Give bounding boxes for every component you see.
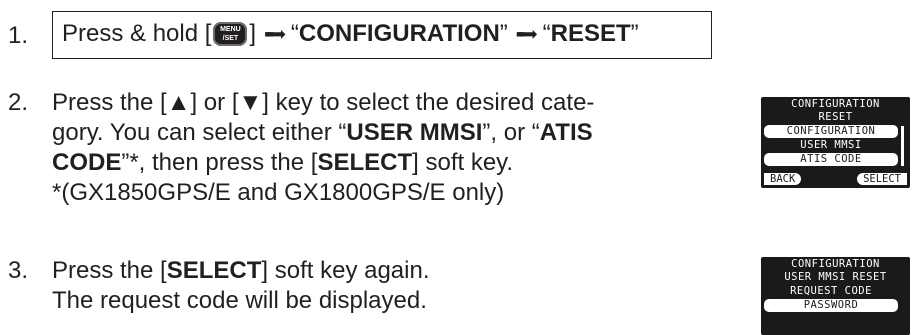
menu-key-label-line2: /SET [222, 35, 239, 42]
step-3-number: 3. [8, 257, 29, 284]
quote-close: ” [630, 20, 639, 47]
lcd-scrollbar [901, 126, 904, 166]
step-2-line-2: gory. You can select either “USER MMSI”,… [52, 117, 593, 148]
step-2-line-2-c: ”, or “ [482, 119, 540, 146]
quote-open: “ [542, 20, 551, 47]
step-2-line-2-a: gory. You can select either “ [52, 119, 347, 146]
step-2-line-1: Press the [▲] or [▼] key to select the d… [52, 89, 595, 116]
lcd-subtitle: RESET [818, 111, 853, 123]
lcd-screen-user-mmsi-reset: CONFIGURATION USER MMSI RESET REQUEST CO… [761, 257, 910, 335]
reset-label: RESET [550, 20, 631, 47]
step-3-line-1: Press the [SELECT] soft key again. [52, 255, 430, 286]
right-arrow-icon: ▪▪➡ [264, 24, 286, 44]
lcd-title: CONFIGURATION [791, 98, 880, 110]
step-2-line-3-b: ”*, then press the [ [121, 149, 318, 176]
step-2-number: 2. [8, 89, 29, 116]
step-2-line-3: CODE”*, then press the [SELECT] soft key… [52, 147, 513, 178]
configuration-label: CONFIGURATION [298, 20, 500, 47]
step-1-instruction: Press & hold [ MENU /SET ] ▪▪➡ “CONFIGUR… [62, 20, 639, 48]
lcd-softkey-back[interactable]: BACK [764, 173, 802, 185]
atis-label: ATIS [539, 119, 593, 146]
code-label: CODE [52, 149, 122, 176]
right-arrow-icon: ▪▪➡ [515, 24, 538, 44]
quote-close: ” [499, 20, 508, 47]
lcd-menu-item-password[interactable]: PASSWORD [764, 299, 898, 312]
step-1-text-prefix: Press & hold [ [62, 20, 212, 47]
step-1-number: 1. [8, 22, 29, 49]
lcd-menu-item-configuration[interactable]: CONFIGURATION [764, 125, 898, 138]
lcd-menu-item-request-code-selected[interactable]: REQUEST CODE [764, 285, 898, 298]
select-label: SELECT [317, 149, 413, 176]
menu-key-label-line1: MENU [220, 26, 241, 33]
step-3-line-2: The request code will be displayed. [52, 287, 427, 314]
lcd-title: CONFIGURATION [791, 258, 880, 270]
lcd-subtitle: USER MMSI RESET [784, 271, 887, 283]
lcd-screen-configuration-reset: CONFIGURATION RESET CONFIGURATION USER M… [761, 97, 910, 188]
lcd-menu-item-atis-code[interactable]: ATIS CODE [764, 153, 898, 166]
quote-open: “ [290, 20, 299, 47]
select-label: SELECT [166, 257, 262, 284]
lcd-softkey-select[interactable]: SELECT [857, 173, 907, 185]
step-2-footnote: *(GX1850GPS/E and GX1800GPS/E only) [52, 179, 505, 206]
step-2-line-3-d: ] soft key. [412, 149, 514, 176]
lcd-menu-item-user-mmsi-selected[interactable]: USER MMSI [764, 139, 898, 152]
step-3-line-1-a: Press the [ [52, 257, 167, 284]
menu-set-key-icon: MENU /SET [213, 22, 248, 46]
step-3-line-1-c: ] soft key again. [261, 257, 430, 284]
step-1-text-after-key: ] [249, 20, 257, 47]
user-mmsi-label: USER MMSI [346, 119, 483, 146]
